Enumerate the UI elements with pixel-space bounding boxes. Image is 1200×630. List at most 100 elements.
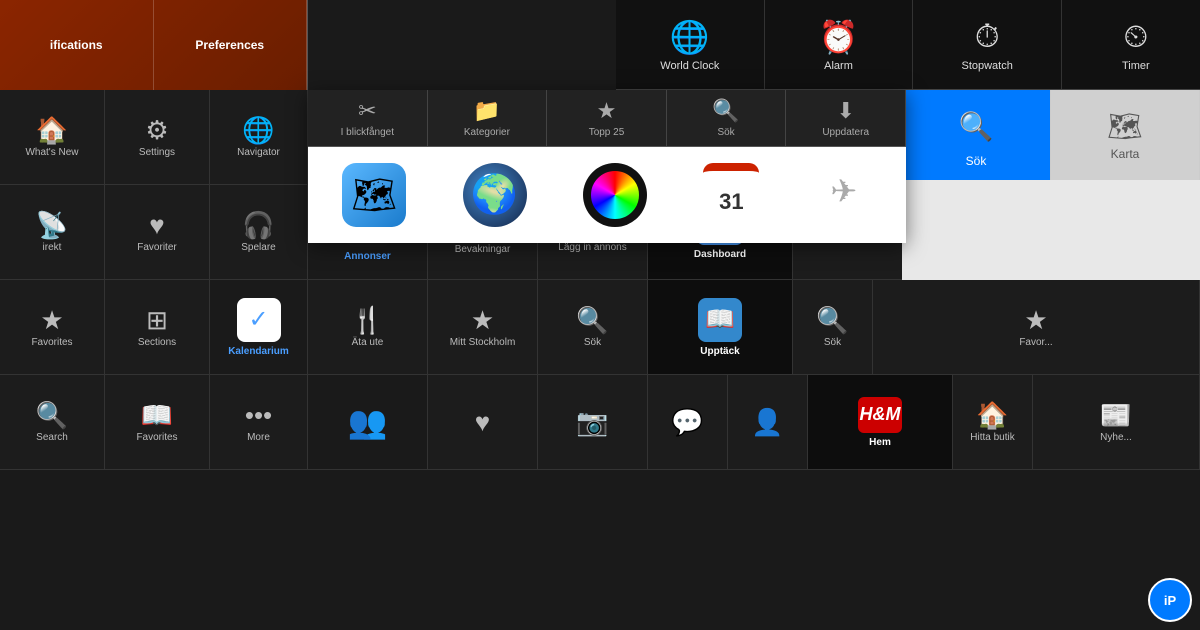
sections-label: Sections bbox=[138, 337, 176, 348]
favor2-cell[interactable]: ★ Favor... bbox=[873, 280, 1200, 374]
more-label: More bbox=[247, 432, 270, 443]
more-cell[interactable]: ••• More bbox=[210, 375, 308, 469]
tab-sok-right[interactable]: 🔍 Sök bbox=[902, 90, 1051, 180]
notifications-button[interactable]: ifications bbox=[0, 0, 154, 90]
contacts-cell[interactable]: 👤 bbox=[728, 375, 808, 469]
nyheter2-cell[interactable]: 📰 Nyhe... bbox=[1033, 375, 1200, 469]
navigator-cell[interactable]: 🌐 Navigator bbox=[210, 90, 308, 184]
hem-label: Hem bbox=[869, 437, 891, 448]
direkt-label: irekt bbox=[43, 242, 62, 253]
tab-uppdatera[interactable]: ⬇ Uppdatera bbox=[786, 90, 906, 146]
upptack-label: Upptäck bbox=[700, 346, 739, 357]
search-label: Search bbox=[36, 432, 68, 443]
download-icon: ⬇ bbox=[836, 98, 854, 124]
world-clock-icon: 🌐 bbox=[670, 18, 710, 56]
spelare-label: Spelare bbox=[241, 242, 275, 253]
tab-topp25[interactable]: ★ Topp 25 bbox=[547, 90, 667, 146]
tab-i-blickfanget-label: I blickfånget bbox=[341, 127, 394, 138]
sok3-cell[interactable]: 🔍 Sök bbox=[538, 280, 648, 374]
mitt-stockholm-cell[interactable]: ★ Mitt Stockholm bbox=[428, 280, 538, 374]
favorites3-cell[interactable]: 📖 Favorites bbox=[105, 375, 210, 469]
people-icon: 👥 bbox=[348, 406, 388, 438]
annonser-label: Annonser bbox=[344, 251, 391, 262]
top-left-panel: ifications Preferences bbox=[0, 0, 308, 90]
tab-sok-right-label: Sök bbox=[966, 154, 987, 168]
tab-kategorier[interactable]: 📁 Kategorier bbox=[428, 90, 548, 146]
calendar31-app[interactable]: 31 bbox=[699, 159, 763, 231]
preferences-label: Preferences bbox=[195, 38, 264, 52]
chat-cell[interactable]: 💬 bbox=[648, 375, 728, 469]
screen: ifications Preferences 🌐 World Clock ⏰ A… bbox=[0, 0, 1200, 630]
tab-karta-right[interactable]: 🗺 Karta bbox=[1051, 90, 1200, 180]
paperplane-app[interactable]: ✈ bbox=[812, 159, 876, 231]
kalendarium-icon: ✓ bbox=[237, 298, 281, 342]
tab-sok-label: Sök bbox=[717, 127, 734, 138]
maps-app[interactable]: 🗺 bbox=[338, 159, 410, 231]
stopwatch-cell[interactable]: ⏱ Stopwatch bbox=[913, 0, 1062, 89]
scissors-icon: ✂ bbox=[358, 98, 376, 124]
tab-topp25-label: Topp 25 bbox=[589, 127, 625, 138]
search-icon: 🔍 bbox=[36, 402, 68, 428]
right-panel-content bbox=[902, 180, 1200, 280]
hem-cell[interactable]: H&M Hem bbox=[808, 375, 953, 469]
sok4-icon: 🔍 bbox=[816, 307, 848, 333]
sections-icon: ⊞ bbox=[146, 307, 168, 333]
camera-cell[interactable]: 📷 bbox=[538, 375, 648, 469]
tab-i-blickfanget[interactable]: ✂ I blickfånget bbox=[308, 90, 428, 146]
favor2-label: Favor... bbox=[1019, 337, 1052, 348]
chat-icon: 💬 bbox=[671, 409, 703, 435]
sok3-label: Sök bbox=[584, 337, 601, 348]
favorites-cell[interactable]: ★ Favorites bbox=[0, 280, 105, 374]
tab-karta-right-label: Karta bbox=[1111, 147, 1140, 161]
bevakningar-label: Bevakningar bbox=[455, 244, 511, 255]
tab-sok[interactable]: 🔍 Sök bbox=[667, 90, 787, 146]
navigator-label: Navigator bbox=[237, 147, 280, 158]
favoriter2-label: Favoriter bbox=[137, 242, 176, 253]
colorwheel-app[interactable] bbox=[579, 159, 651, 231]
alarm-icon: ⏰ bbox=[819, 18, 859, 56]
grid-row-3: ★ Favorites ⊞ Sections ✓ Kalendarium 🍴 Ä… bbox=[0, 280, 1200, 375]
mitt-stockholm-icon: ★ bbox=[471, 307, 494, 333]
spelare-cell[interactable]: 🎧 Spelare bbox=[210, 185, 308, 279]
whats-new-cell[interactable]: 🏠 What's New bbox=[0, 90, 105, 184]
top-strip: 🌐 World Clock ⏰ Alarm ⏱ Stopwatch ⏲ Time… bbox=[616, 0, 1200, 90]
settings-cell[interactable]: ⚙ Settings bbox=[105, 90, 210, 184]
sok-blue-icon: 🔍 bbox=[952, 102, 1000, 150]
whats-new-label: What's New bbox=[25, 147, 78, 158]
direkt-cell[interactable]: 📡 irekt bbox=[0, 185, 105, 279]
ip-badge[interactable]: iP bbox=[1148, 578, 1192, 622]
favor2-icon: ★ bbox=[1024, 307, 1047, 333]
globe-icon: 🌍 bbox=[463, 163, 527, 227]
world-clock-cell[interactable]: 🌐 World Clock bbox=[616, 0, 765, 89]
sections-cell[interactable]: ⊞ Sections bbox=[105, 280, 210, 374]
heart2-icon: ♥ bbox=[475, 409, 490, 435]
sok4-label: Sök bbox=[824, 337, 841, 348]
favoriter2-cell[interactable]: ♥ Favoriter bbox=[105, 185, 210, 279]
ata-ute-cell[interactable]: 🍴 Äta ute bbox=[308, 280, 428, 374]
hitta-butik-label: Hitta butik bbox=[970, 432, 1014, 443]
dashboard-label: Dashboard bbox=[694, 249, 746, 260]
tab-kategorier-label: Kategorier bbox=[464, 127, 510, 138]
search-cell[interactable]: 🔍 Search bbox=[0, 375, 105, 469]
timer-icon: ⏲ bbox=[1123, 18, 1148, 56]
notifications-label: ifications bbox=[50, 38, 103, 52]
hitta-butik-cell[interactable]: 🏠 Hitta butik bbox=[953, 375, 1033, 469]
upptack-cell[interactable]: 📖 Upptäck bbox=[648, 280, 793, 374]
sok4-cell[interactable]: 🔍 Sök bbox=[793, 280, 873, 374]
timer-cell[interactable]: ⏲ Timer bbox=[1062, 0, 1200, 89]
overlay-panel: ✂ I blickfånget 📁 Kategorier ★ Topp 25 🔍… bbox=[308, 90, 906, 243]
overlay-apps: 🗺 🌍 31 ✈ bbox=[308, 147, 906, 243]
star-icon: ★ bbox=[597, 98, 617, 124]
contacts-icon: 👤 bbox=[751, 409, 783, 435]
maps-icon: 🗺 bbox=[342, 163, 406, 227]
karta-icon: 🗺 bbox=[1107, 110, 1143, 143]
right-panel-tabs: 🔍 Sök 🗺 Karta bbox=[902, 90, 1200, 180]
people-cell[interactable]: 👥 bbox=[308, 375, 428, 469]
globe-app[interactable]: 🌍 bbox=[459, 159, 531, 231]
preferences-button[interactable]: Preferences bbox=[154, 0, 308, 90]
alarm-cell[interactable]: ⏰ Alarm bbox=[765, 0, 914, 89]
kalendarium-label: Kalendarium bbox=[228, 346, 289, 357]
heart2-cell[interactable]: ♥ bbox=[428, 375, 538, 469]
camera-icon: 📷 bbox=[576, 409, 608, 435]
kalendarium-cell[interactable]: ✓ Kalendarium bbox=[210, 280, 308, 374]
